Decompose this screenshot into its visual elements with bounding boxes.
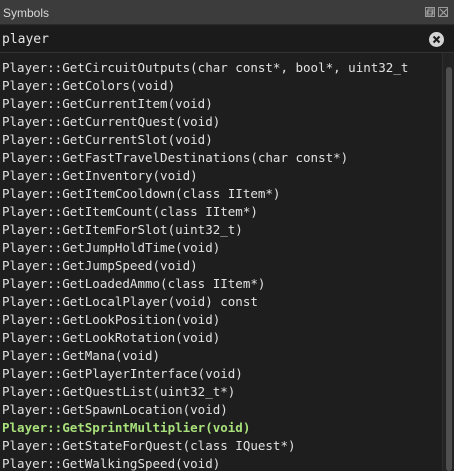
list-item[interactable]: Player::GetJumpSpeed(void) — [2, 257, 198, 275]
list-item[interactable]: Player::GetWalkingSpeed(void) — [2, 455, 220, 471]
list-item[interactable]: Player::GetPlayerInterface(void) — [2, 365, 243, 383]
scrollbar-thumb[interactable] — [446, 67, 452, 471]
list-item[interactable]: Player::GetLookPosition(void) — [2, 311, 220, 329]
list-item[interactable]: Player::GetJumpHoldTime(void) — [2, 239, 220, 257]
list-item[interactable]: Player::GetLookRotation(void) — [2, 329, 220, 347]
search-input[interactable] — [2, 30, 422, 49]
search-row — [0, 26, 454, 53]
restore-icon[interactable] — [425, 7, 435, 17]
list-item[interactable]: Player::GetItemCooldown(class IItem*) — [2, 185, 280, 203]
list-item[interactable]: Player::GetItemForSlot(uint32_t) — [2, 221, 243, 239]
symbols-panel: Symbols Player::GetCircuitOutputs(char c… — [0, 0, 454, 471]
close-icon[interactable] — [438, 7, 448, 17]
list-item[interactable]: Player::GetFastTravelDestinations(char c… — [2, 149, 348, 167]
list-item[interactable]: Player::GetCurrentSlot(void) — [2, 131, 213, 149]
list-item[interactable]: Player::GetSprintMultiplier(void) — [2, 419, 250, 437]
panel-title: Symbols — [3, 6, 50, 20]
list-item[interactable]: Player::GetCircuitOutputs(char const*, b… — [2, 59, 408, 77]
list-item[interactable]: Player::GetMana(void) — [2, 347, 160, 365]
panel-titlebar[interactable]: Symbols — [0, 0, 454, 25]
clear-search-icon[interactable] — [429, 32, 444, 47]
list-item[interactable]: Player::GetLocalPlayer(void) const — [2, 293, 258, 311]
list-item[interactable]: Player::GetItemCount(class IItem*) — [2, 203, 258, 221]
symbol-list[interactable]: Player::GetCircuitOutputs(char const*, b… — [0, 59, 442, 471]
list-item[interactable]: Player::GetQuestList(uint32_t*) — [2, 383, 235, 401]
list-item[interactable]: Player::GetStateForQuest(class IQuest*) — [2, 437, 296, 455]
list-item[interactable]: Player::GetLoadedAmmo(class IItem*) — [2, 275, 265, 293]
list-item[interactable]: Player::GetInventory(void) — [2, 167, 198, 185]
list-item[interactable]: Player::GetCurrentItem(void) — [2, 95, 213, 113]
list-item[interactable]: Player::GetCurrentQuest(void) — [2, 113, 220, 131]
list-item[interactable]: Player::GetSpawnLocation(void) — [2, 401, 228, 419]
vertical-scrollbar[interactable] — [442, 53, 454, 471]
list-item[interactable]: Player::GetColors(void) — [2, 77, 175, 95]
